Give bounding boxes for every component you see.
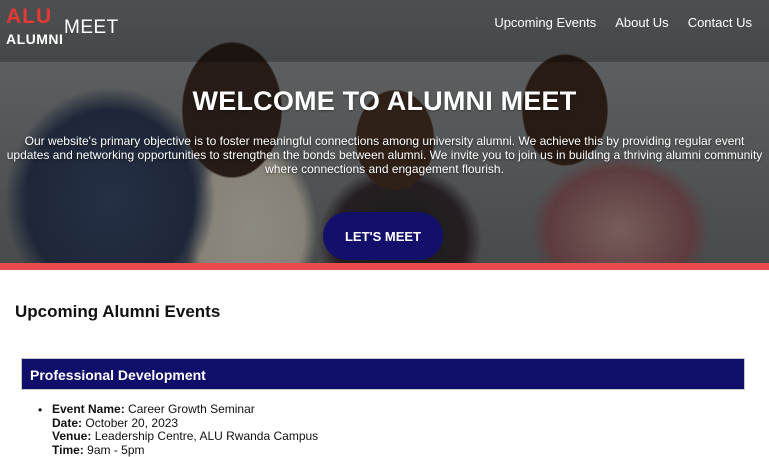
event-date: October 20, 2023 (85, 416, 178, 430)
red-divider (0, 263, 769, 270)
nav-contact-us[interactable]: Contact Us (688, 15, 752, 30)
event-venue-row: Venue: Leadership Centre, ALU Rwanda Cam… (52, 430, 318, 444)
hero-title: WELCOME TO ALUMNI MEET (0, 86, 769, 117)
event-date-label: Date: (52, 416, 82, 430)
event-name-label: Event Name: (52, 402, 125, 416)
event-category-label: Professional Development (30, 367, 206, 383)
event-time-row: Time: 9am - 5pm (52, 444, 318, 457)
brand-name: MEET (64, 17, 119, 39)
nav-upcoming-events[interactable]: Upcoming Events (494, 15, 596, 30)
hero-description: Our website's primary objective is to fo… (6, 134, 763, 176)
logo-text-alu: ALU (6, 6, 52, 28)
event-name-row: Event Name: Career Growth Seminar (52, 403, 318, 417)
nav-about-us[interactable]: About Us (615, 15, 668, 30)
event-venue: Leadership Centre, ALU Rwanda Campus (95, 429, 318, 443)
event-name: Career Growth Seminar (128, 402, 255, 416)
events-section-title: Upcoming Alumni Events (15, 302, 220, 322)
hero-banner: ALU ALUMNI MEET Upcoming Events About Us… (0, 0, 769, 263)
bullet-icon: • (38, 404, 42, 418)
event-venue-label: Venue: (52, 429, 91, 443)
logo-text-alumni: ALUMNI (6, 31, 63, 47)
main-nav: Upcoming Events About Us Contact Us (494, 15, 752, 30)
event-list-item: • Event Name: Career Growth Seminar Date… (52, 403, 318, 457)
event-category-header: Professional Development (21, 358, 745, 390)
event-date-row: Date: October 20, 2023 (52, 417, 318, 431)
navbar: ALU ALUMNI MEET Upcoming Events About Us… (0, 0, 769, 62)
lets-meet-button[interactable]: LET'S MEET (323, 212, 443, 260)
alu-logo[interactable]: ALU ALUMNI (6, 6, 58, 48)
